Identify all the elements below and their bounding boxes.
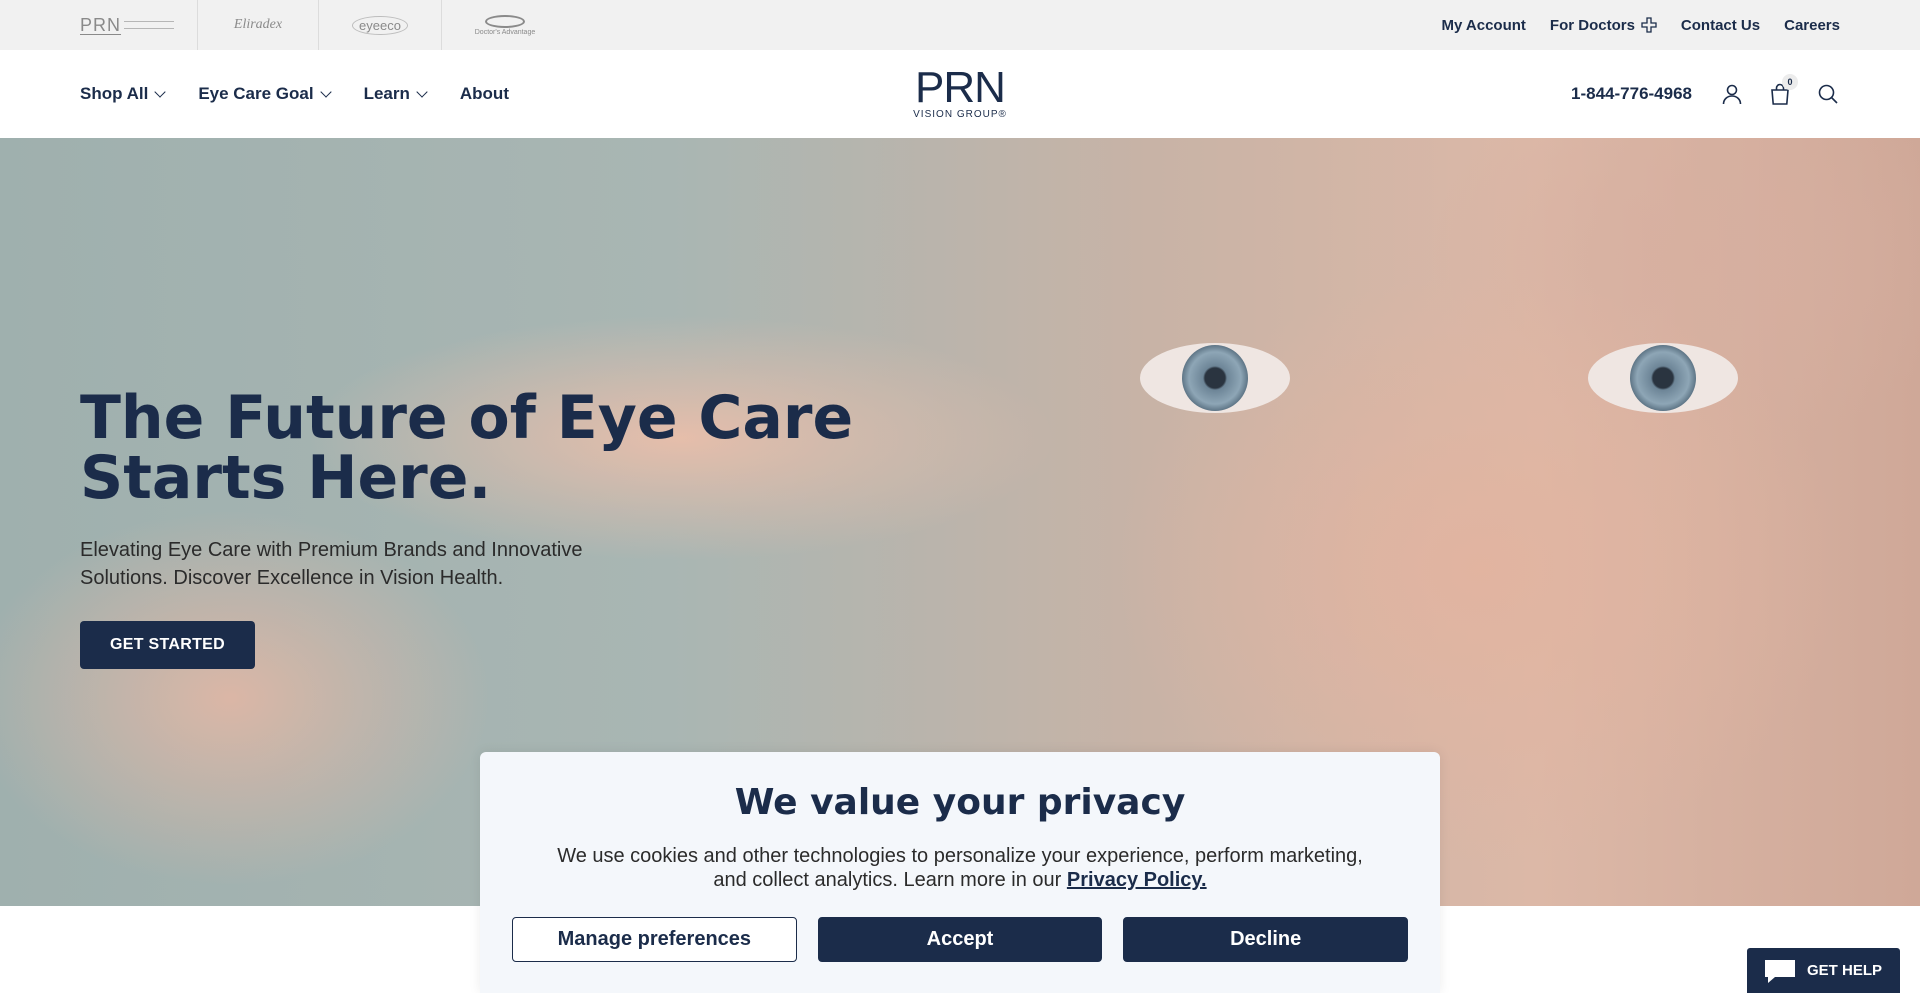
doctors-advantage-brand-logo: Doctor's Advantage	[474, 14, 536, 36]
medical-cross-icon	[1641, 17, 1657, 33]
brand-link-prn[interactable]: PRN	[0, 0, 198, 50]
privacy-policy-link[interactable]: Privacy Policy.	[1067, 869, 1207, 891]
get-help-label: GET HELP	[1807, 962, 1883, 979]
chat-bubble-icon	[1765, 959, 1795, 983]
nav-about[interactable]: About	[460, 84, 509, 104]
get-help-button[interactable]: GET HELP	[1747, 948, 1900, 993]
prn-brand-tagline-lines	[124, 21, 175, 29]
main-header: Shop All Eye Care Goal Learn About PRN V…	[0, 50, 1920, 138]
nav-eye-care-goal[interactable]: Eye Care Goal	[198, 84, 332, 104]
header-actions: 1-844-776-4968 0	[1571, 50, 1840, 138]
chevron-down-icon	[319, 86, 332, 98]
user-icon	[1722, 84, 1742, 105]
doctors-advantage-swoosh-icon	[484, 14, 525, 28]
brand-link-eliradex[interactable]: Eliradex	[198, 0, 319, 50]
hero-subtitle: Elevating Eye Care with Premium Brands a…	[80, 539, 583, 589]
hero-title: The Future of Eye Care Starts Here.	[80, 383, 854, 513]
eyeeco-brand-logo: eyeeco	[352, 15, 408, 35]
nav-shop-all-label: Shop All	[80, 84, 149, 103]
nav-shop-all[interactable]: Shop All	[80, 84, 166, 104]
cart-button[interactable]: 0	[1768, 74, 1798, 106]
cookie-banner-text: We use cookies and other technologies to…	[540, 844, 1380, 892]
chevron-down-icon	[416, 86, 428, 98]
account-button[interactable]	[1720, 82, 1744, 106]
logo-wordmark: PRN	[915, 63, 1006, 112]
accept-cookies-button[interactable]: Accept	[817, 917, 1103, 962]
my-account-link[interactable]: My Account	[1441, 17, 1525, 34]
nav-about-label: About	[459, 84, 509, 103]
doctors-advantage-wordmark: Doctor's Advantage	[474, 28, 536, 36]
for-doctors-link[interactable]: For Doctors	[1550, 17, 1657, 34]
logo-subtitle: VISION GROUP®	[913, 109, 1007, 120]
search-icon	[1818, 84, 1838, 104]
brand-link-doctors-advantage[interactable]: Doctor's Advantage	[442, 0, 568, 50]
for-doctors-label: For Doctors	[1549, 16, 1635, 34]
cookie-banner-message: We use cookies and other technologies to…	[557, 845, 1363, 891]
phone-number-link[interactable]: 1-844-776-4968	[1571, 84, 1692, 104]
nav-learn[interactable]: Learn	[363, 84, 428, 104]
nav-learn-label: Learn	[363, 84, 410, 103]
brand-link-eyeeco[interactable]: eyeeco	[319, 0, 442, 50]
get-started-button[interactable]: GET STARTED	[80, 621, 255, 669]
eliradex-brand-logo: Eliradex	[233, 17, 283, 32]
utility-links: My Account For Doctors Contact Us Career…	[1441, 0, 1840, 50]
search-button[interactable]	[1816, 82, 1840, 106]
careers-link[interactable]: Careers	[1784, 17, 1840, 34]
chevron-down-icon	[154, 86, 166, 98]
cookie-consent-banner: We value your privacy We use cookies and…	[480, 752, 1440, 993]
cookie-banner-title: We value your privacy	[734, 782, 1186, 823]
cookie-banner-buttons: Manage preferences Accept Decline	[512, 917, 1409, 962]
nav-eye-care-goal-label: Eye Care Goal	[198, 84, 314, 103]
cart-count-badge: 0	[1782, 74, 1798, 90]
site-logo[interactable]: PRN VISION GROUP®	[911, 63, 1009, 121]
main-nav: Shop All Eye Care Goal Learn About	[80, 50, 509, 138]
decline-cookies-button[interactable]: Decline	[1123, 917, 1409, 962]
top-utility-bar: PRN Eliradex eyeeco Doctor's Advantage M…	[0, 0, 1920, 50]
prn-brand-logo: PRN	[80, 14, 122, 35]
contact-us-link[interactable]: Contact Us	[1681, 17, 1760, 34]
hero-image-left-eye	[1140, 343, 1290, 413]
manage-preferences-button[interactable]: Manage preferences	[512, 917, 797, 962]
hero-image-right-eye	[1588, 343, 1738, 413]
brand-strip: PRN Eliradex eyeeco Doctor's Advantage	[0, 0, 568, 50]
